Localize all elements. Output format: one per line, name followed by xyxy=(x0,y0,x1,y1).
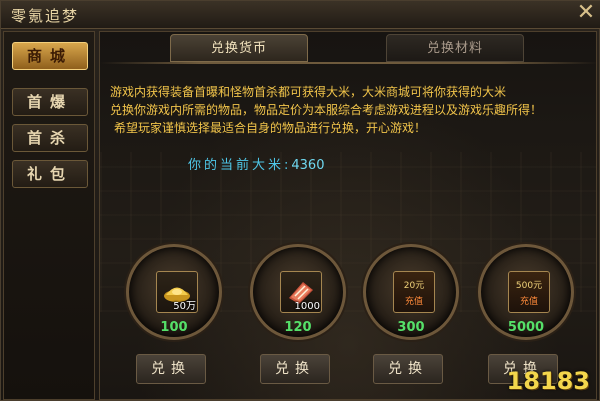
description: 游戏内获得装备首曝和怪物首杀都可获得大米，大米商城可将你获得的大米 兑换你游戏内… xyxy=(110,83,590,137)
recharge-label: 充值 xyxy=(519,297,538,307)
exchange-button[interactable]: 兑换 xyxy=(260,354,330,384)
title-bar: 零氪追梦 ✕ xyxy=(1,1,600,29)
tab-divider xyxy=(100,62,596,64)
recharge-amount: 20元 xyxy=(403,281,425,291)
sidebar: 商城 首爆 首杀 礼包 xyxy=(3,31,95,400)
window-title: 零氪追梦 xyxy=(11,7,80,25)
item-price: 120 xyxy=(284,320,312,335)
recharge-500-icon: 500元 充值 xyxy=(508,271,550,313)
description-line-1: 游戏内获得装备首曝和怪物首杀都可获得大米，大米商城可将你获得的大米 xyxy=(110,85,507,99)
recharge-amount: 500元 xyxy=(515,281,543,291)
tab-exchange-currency[interactable]: 兑换货币 xyxy=(170,34,308,62)
balance-label: 你的当前大米: xyxy=(188,158,292,173)
balance-value: 4360 xyxy=(291,158,325,173)
recharge-20-icon: 20元 充值 xyxy=(393,271,435,313)
item-quantity: 1000 xyxy=(294,301,320,312)
description-line-2: 兑换你游戏内所需的物品，物品定价为本服综合考虑游戏进程以及游戏乐趣所得！ xyxy=(110,103,543,117)
item-quantity: 50万 xyxy=(173,301,196,312)
item-price: 5000 xyxy=(507,320,545,335)
main-panel: 兑换货币 兑换材料 游戏内获得装备首曝和怪物首杀都可获得大米，大米商城可将你获得… xyxy=(99,31,597,400)
meat-icon: 1000 xyxy=(280,271,322,313)
gold-ingot-icon: 50万 xyxy=(156,271,198,313)
sidebar-item-gift-pack[interactable]: 礼包 xyxy=(12,160,88,188)
tab-exchange-materials[interactable]: 兑换材料 xyxy=(386,34,524,62)
description-line-3: 希望玩家谨慎选择最适合自身的物品进行兑换，开心游戏！ xyxy=(114,121,427,135)
exchange-window: 零氪追梦 ✕ 商城 首爆 首杀 礼包 兑换货币 兑换材料 游戏内获得装备首曝和怪… xyxy=(0,0,600,401)
item-price: 300 xyxy=(397,320,425,335)
recharge-label: 充值 xyxy=(404,297,423,307)
item-price: 100 xyxy=(160,320,188,335)
exchange-button[interactable]: 兑换 xyxy=(136,354,206,384)
rice-balance: 你的当前大米:4360 xyxy=(188,154,324,173)
site-watermark: 18183 xyxy=(506,367,591,395)
sidebar-item-first-kill[interactable]: 首杀 xyxy=(12,124,88,152)
close-icon[interactable]: ✕ xyxy=(575,2,597,25)
sidebar-item-shop[interactable]: 商城 xyxy=(12,42,88,70)
exchange-button[interactable]: 兑换 xyxy=(373,354,443,384)
sidebar-item-first-drop[interactable]: 首爆 xyxy=(12,88,88,116)
